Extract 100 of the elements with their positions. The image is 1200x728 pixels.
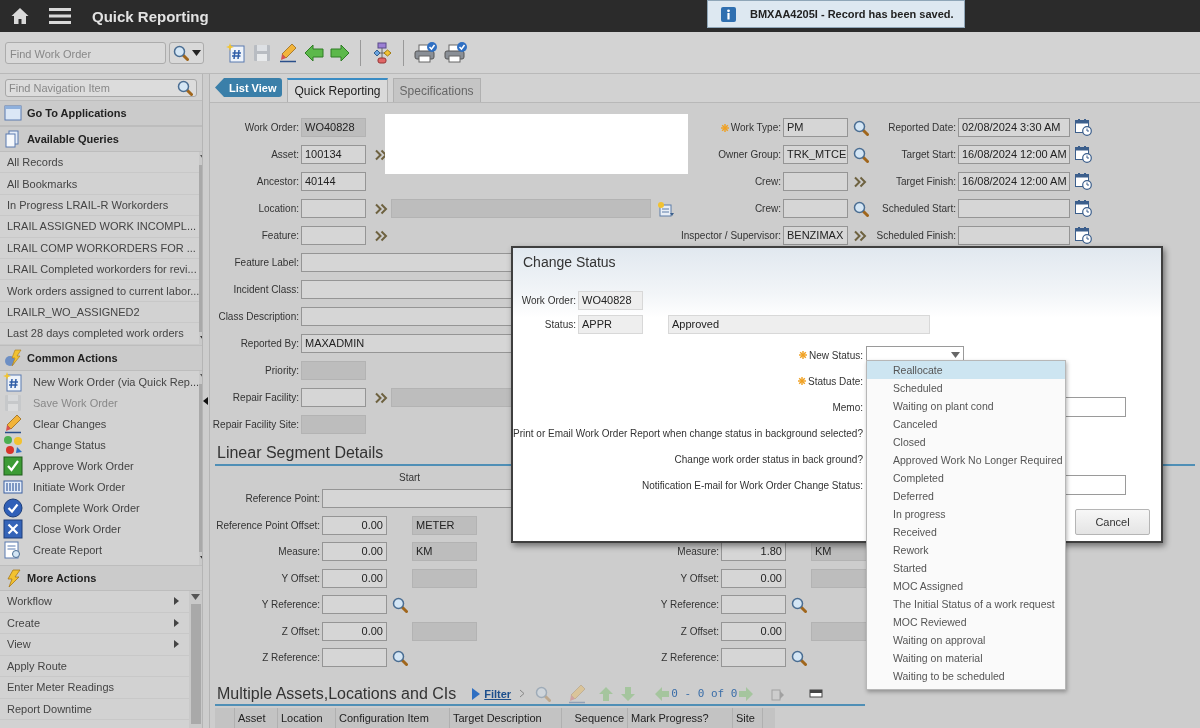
text-field[interactable]: WO40828: [301, 118, 366, 137]
action-item[interactable]: Create Report: [0, 539, 200, 560]
section-header[interactable]: Go To Applications: [0, 100, 202, 126]
printer-icon[interactable]: [444, 41, 468, 64]
text-field[interactable]: [958, 226, 1070, 245]
search-icon[interactable]: [791, 649, 807, 666]
column-header[interactable]: Configuration Item: [336, 708, 450, 728]
dropdown-option[interactable]: Approved Work No Longer Required: [867, 451, 1065, 469]
column-header[interactable]: Sequence: [562, 708, 628, 728]
column-header[interactable]: Target Description: [450, 708, 562, 728]
number-field[interactable]: 0.00: [322, 568, 387, 588]
dropdown-option[interactable]: Closed: [867, 433, 1065, 451]
action-item[interactable]: Change Status: [0, 434, 200, 455]
number-field[interactable]: [322, 648, 387, 668]
text-field[interactable]: TRK_MTCE: [783, 145, 848, 164]
search-icon[interactable]: [853, 146, 869, 163]
section-header[interactable]: Common Actions: [0, 345, 202, 371]
query-item[interactable]: LRAIL ASSIGNED WORK INCOMPL...: [0, 216, 200, 238]
tab[interactable]: Quick Reporting: [287, 78, 388, 102]
number-field[interactable]: [322, 595, 387, 615]
action-item[interactable]: Close Work Order: [0, 518, 200, 539]
text-field[interactable]: [301, 388, 366, 407]
text-field[interactable]: PM: [783, 118, 848, 137]
text-field[interactable]: 16/08/2024 12:00 AM: [958, 172, 1070, 191]
number-field[interactable]: [721, 595, 786, 615]
text-field[interactable]: [301, 199, 366, 218]
query-item[interactable]: LRAIL COMP WORKORDERS FOR ...: [0, 237, 200, 259]
dropdown-option[interactable]: Deferred: [867, 487, 1065, 505]
double-chevron-icon[interactable]: [853, 174, 867, 189]
text-field[interactable]: [301, 415, 366, 434]
search-icon[interactable]: [853, 200, 869, 217]
section-header[interactable]: Available Queries: [0, 126, 202, 152]
filter-link[interactable]: Filter: [484, 687, 512, 700]
dropdown-option[interactable]: Received: [867, 523, 1065, 541]
list-view-button[interactable]: List View: [215, 78, 283, 97]
action-item[interactable]: New Work Order (via Quick Rep...: [0, 371, 200, 392]
expand-arrow-icon[interactable]: [472, 687, 481, 700]
calendar-icon[interactable]: [1075, 173, 1092, 190]
dropdown-option[interactable]: The Initial Status of a work request: [867, 595, 1065, 613]
dropdown-option[interactable]: Started: [867, 559, 1065, 577]
scrollbar[interactable]: [189, 591, 202, 728]
text-field[interactable]: [958, 199, 1070, 218]
column-header[interactable]: Asset: [235, 708, 278, 728]
next-arrow-icon[interactable]: [330, 43, 350, 62]
action-item[interactable]: Complete Work Order: [0, 497, 200, 518]
text-field[interactable]: 100134: [301, 145, 366, 164]
cancel-button[interactable]: Cancel: [1075, 509, 1150, 535]
action-item[interactable]: Clear Changes: [0, 413, 200, 434]
section-header[interactable]: More Actions: [0, 565, 202, 591]
new-document-icon[interactable]: [226, 42, 246, 63]
dropdown-option[interactable]: In progress: [867, 505, 1065, 523]
detail-menu-icon[interactable]: [657, 200, 675, 217]
dropdown-option[interactable]: Waiting on material: [867, 649, 1065, 667]
dropdown-option[interactable]: Waiting on plant cond: [867, 397, 1065, 415]
number-field[interactable]: 0.00: [721, 621, 786, 641]
menu-item[interactable]: Workflow: [0, 591, 189, 613]
column-header[interactable]: Mark Progress?: [628, 708, 733, 728]
printer-icon[interactable]: [414, 41, 438, 64]
number-field[interactable]: 0.00: [322, 515, 387, 535]
text-field[interactable]: 40144: [301, 172, 366, 191]
search-icon[interactable]: [392, 649, 408, 666]
previous-arrow-icon[interactable]: [304, 43, 324, 62]
calendar-icon[interactable]: [1075, 200, 1092, 217]
workflow-icon[interactable]: [371, 41, 393, 64]
query-item[interactable]: All Bookmarks: [0, 173, 200, 195]
minimize-icon[interactable]: [809, 688, 824, 699]
text-field[interactable]: 16/08/2024 12:00 AM: [958, 145, 1070, 164]
dropdown-option[interactable]: Canceled: [867, 415, 1065, 433]
search-button[interactable]: [169, 41, 204, 64]
home-icon[interactable]: [11, 7, 29, 25]
query-item[interactable]: Work orders assigned to current labor...: [0, 280, 200, 302]
menu-item[interactable]: View: [0, 634, 189, 656]
search-icon[interactable]: [853, 119, 869, 136]
double-chevron-icon[interactable]: [374, 390, 388, 405]
menu-icon[interactable]: [49, 8, 71, 24]
text-field[interactable]: [783, 172, 848, 191]
search-icon[interactable]: [392, 596, 408, 613]
text-field[interactable]: [783, 199, 848, 218]
dropdown-option[interactable]: Completed: [867, 469, 1065, 487]
collapse-arrow-icon[interactable]: [203, 397, 208, 405]
dropdown-option[interactable]: Scheduled: [867, 379, 1065, 397]
calendar-icon[interactable]: [1075, 227, 1092, 244]
number-field[interactable]: 0.00: [322, 542, 387, 562]
dropdown-option[interactable]: MOC Assigned: [867, 577, 1065, 595]
column-header[interactable]: Site: [733, 708, 763, 728]
action-item[interactable]: Initiate Work Order: [0, 476, 200, 497]
calendar-icon[interactable]: [1075, 119, 1092, 136]
pencil-icon[interactable]: [278, 42, 298, 63]
double-chevron-icon[interactable]: [374, 201, 388, 216]
dropdown-option[interactable]: Waiting on approval: [867, 631, 1065, 649]
query-item[interactable]: Last 28 days completed work orders: [0, 323, 200, 345]
text-field[interactable]: [301, 361, 366, 380]
scrollbar-thumb[interactable]: [190, 604, 201, 724]
text-field[interactable]: 02/08/2024 3:30 AM: [958, 118, 1070, 137]
dropdown-option[interactable]: Reallocate: [867, 361, 1065, 379]
query-item[interactable]: All Records: [0, 152, 200, 174]
number-field[interactable]: 0.00: [721, 568, 786, 588]
column-header[interactable]: Location: [278, 708, 336, 728]
menu-item[interactable]: Create: [0, 612, 189, 634]
dropdown-option[interactable]: MOC Reviewed: [867, 613, 1065, 631]
